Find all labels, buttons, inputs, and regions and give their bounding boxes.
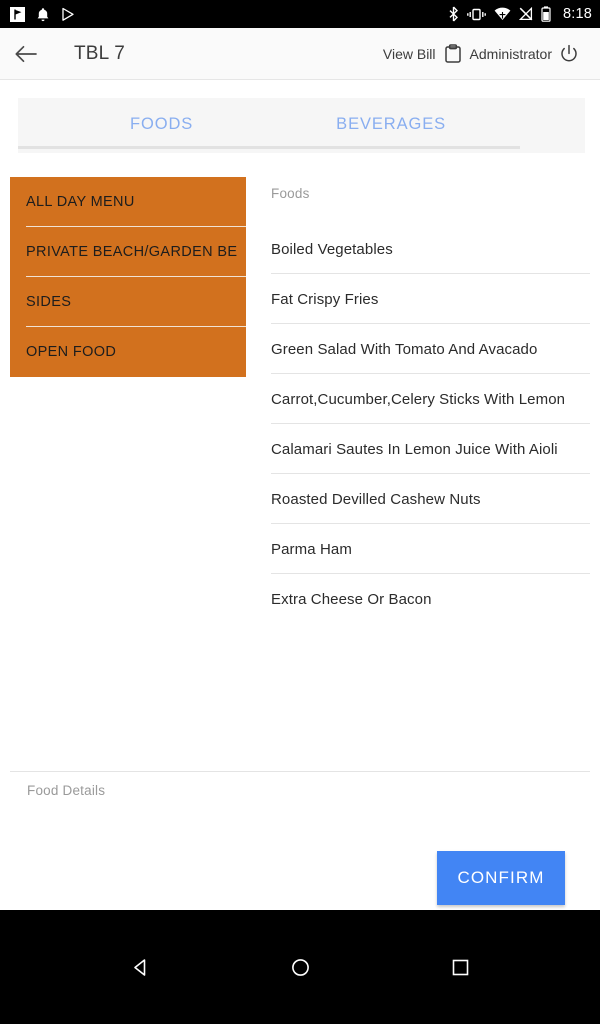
sidebar-item-sides[interactable]: SIDES <box>10 277 246 327</box>
tab-foods[interactable]: FOODS <box>130 115 193 134</box>
app-header-bar: TBL 7 View Bill Administrator <box>0 28 600 80</box>
food-label: Calamari Sautes In Lemon Juice With Aiol… <box>271 440 558 458</box>
play-store-icon <box>62 7 74 21</box>
list-item[interactable]: Green Salad With Tomato And Avacado <box>271 324 590 374</box>
tab-underline <box>18 146 520 149</box>
nav-home-button[interactable] <box>270 937 330 997</box>
category-label: SIDES <box>26 294 72 310</box>
back-button[interactable] <box>0 28 52 80</box>
sidebar-item-private-beach-garden[interactable]: PRIVATE BEACH/GARDEN BE <box>10 227 246 277</box>
category-sidebar: ALL DAY MENU PRIVATE BEACH/GARDEN BE SID… <box>10 177 246 377</box>
bell-icon <box>37 7 49 21</box>
confirm-button[interactable]: CONFIRM <box>437 851 565 905</box>
tab-bar: FOODS BEVERAGES <box>18 98 585 153</box>
tab-beverages[interactable]: BEVERAGES <box>336 115 446 134</box>
list-item[interactable]: Parma Ham <box>271 524 590 574</box>
nav-back-button[interactable] <box>110 937 170 997</box>
category-label: PRIVATE BEACH/GARDEN BE <box>26 244 238 260</box>
list-item[interactable]: Calamari Sautes In Lemon Juice With Aiol… <box>271 424 590 474</box>
nav-recents-button[interactable] <box>430 937 490 997</box>
food-label: Roasted Devilled Cashew Nuts <box>271 490 481 508</box>
page-title: TBL 7 <box>74 42 125 64</box>
clipboard-icon[interactable] <box>436 34 470 74</box>
app-header-actions: View Bill Administrator <box>383 34 600 74</box>
wifi-icon <box>494 7 511 20</box>
food-label: Extra Cheese Or Bacon <box>271 590 432 608</box>
user-label[interactable]: Administrator <box>470 46 552 62</box>
list-item[interactable]: Roasted Devilled Cashew Nuts <box>271 474 590 524</box>
power-icon[interactable] <box>552 34 586 74</box>
status-bar-left-icons <box>10 6 75 22</box>
nav-home-icon <box>291 958 309 976</box>
food-list-pane: Foods Boiled Vegetables Fat Crispy Fries… <box>271 186 590 624</box>
details-divider <box>10 771 590 772</box>
view-bill-label[interactable]: View Bill <box>383 46 436 62</box>
sidebar-item-open-food[interactable]: OPEN FOOD <box>10 327 246 377</box>
list-item[interactable]: Fat Crispy Fries <box>271 274 590 324</box>
bluetooth-icon <box>449 6 458 22</box>
app-notification-icon <box>10 6 25 22</box>
status-bar-right-icons: 8:18 <box>448 6 592 22</box>
vibrate-icon <box>467 8 486 20</box>
list-item[interactable]: Extra Cheese Or Bacon <box>271 574 590 624</box>
category-label: ALL DAY MENU <box>26 194 135 210</box>
android-nav-bar <box>0 910 600 1024</box>
food-label: Boiled Vegetables <box>271 240 393 258</box>
list-item[interactable]: Boiled Vegetables <box>271 224 590 274</box>
food-list-header: Foods <box>271 186 310 201</box>
android-status-bar: 8:18 <box>0 0 600 28</box>
status-bar-clock: 8:18 <box>562 6 592 22</box>
sidebar-item-all-day-menu[interactable]: ALL DAY MENU <box>10 177 246 227</box>
app-root: 8:18 TBL 7 View Bill Administrator FOODS… <box>0 0 600 1024</box>
food-details-label: Food Details <box>27 783 106 798</box>
battery-icon <box>541 6 551 22</box>
nav-recents-icon <box>452 959 468 975</box>
food-label: Green Salad With Tomato And Avacado <box>271 340 538 358</box>
no-signal-icon <box>518 7 533 21</box>
category-label: OPEN FOOD <box>26 344 117 360</box>
food-label: Carrot,Cucumber,Celery Sticks With Lemon <box>271 390 566 408</box>
food-label: Parma Ham <box>271 540 352 558</box>
nav-back-icon <box>133 958 145 976</box>
food-label: Fat Crispy Fries <box>271 290 379 308</box>
back-arrow-icon <box>15 45 37 62</box>
list-item[interactable]: Carrot,Cucumber,Celery Sticks With Lemon <box>271 374 590 424</box>
